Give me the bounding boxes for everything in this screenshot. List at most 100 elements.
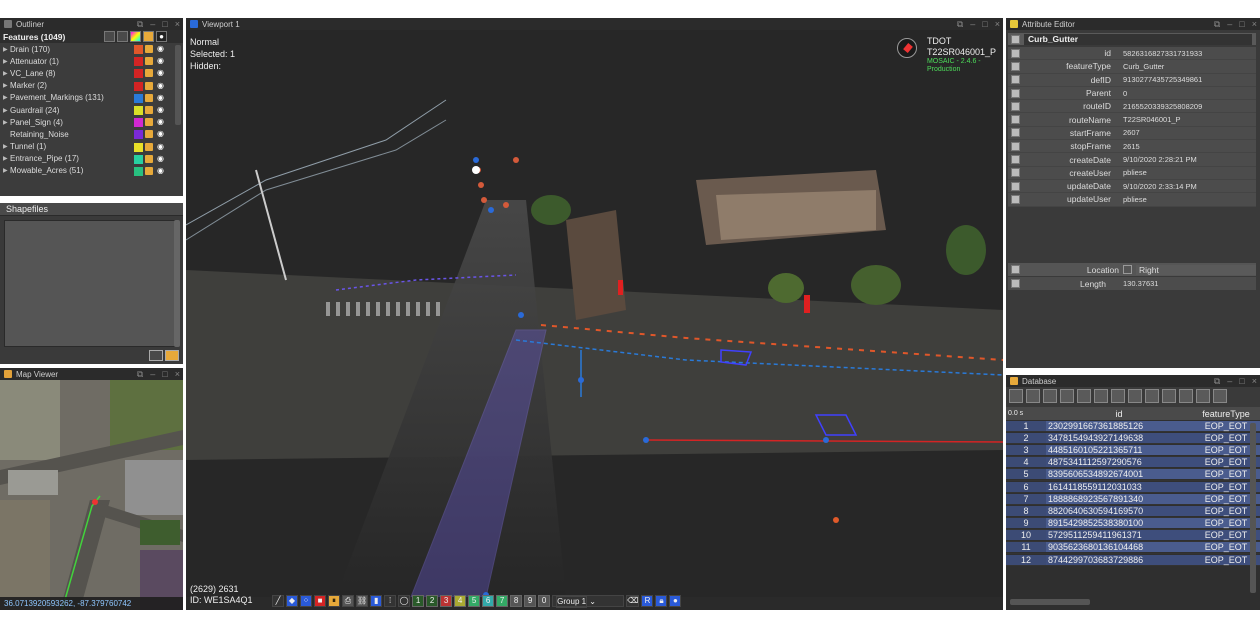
layer-color-swatch[interactable] xyxy=(134,57,143,67)
attribute-checkbox[interactable] xyxy=(1011,194,1020,204)
eye-icon[interactable]: ◉ xyxy=(157,130,165,138)
location-picker-icon[interactable] xyxy=(1123,265,1132,274)
group-number-button[interactable]: 5 xyxy=(468,595,481,607)
expand-arrow-icon[interactable]: ▶ xyxy=(3,143,10,150)
expand-arrow-icon[interactable]: ▶ xyxy=(3,46,10,53)
expand-arrow-icon[interactable]: ▶ xyxy=(3,119,10,126)
attribute-checkbox[interactable] xyxy=(1011,128,1020,138)
close-icon[interactable]: × xyxy=(175,18,180,30)
columns-icon[interactable] xyxy=(1094,389,1108,403)
attribute-value[interactable]: 9130277435725349861 xyxy=(1123,75,1202,84)
layer-color-swatch[interactable] xyxy=(134,118,143,128)
eye-icon[interactable]: ◉ xyxy=(157,93,165,102)
color-button[interactable] xyxy=(130,31,141,42)
id-column-header[interactable]: id xyxy=(1046,409,1192,419)
group-select[interactable]: Group 1 ⌄ xyxy=(552,595,625,608)
float-icon[interactable]: ⧉ xyxy=(957,18,963,30)
attribute-checkbox[interactable] xyxy=(1011,115,1020,125)
attribute-checkbox[interactable] xyxy=(1011,61,1020,71)
close-icon[interactable]: × xyxy=(1252,18,1257,30)
attribute-value[interactable]: 9/10/2020 2:28:21 PM xyxy=(1123,155,1197,164)
lock-icon[interactable] xyxy=(145,105,153,114)
maximize-icon[interactable]: □ xyxy=(162,18,167,30)
edit-icon[interactable] xyxy=(1196,389,1210,403)
table-row[interactable]: 9 8915429852538380100 EOP_EOT xyxy=(1006,518,1260,530)
table-row[interactable]: 4 4875341112597290576 EOP_EOT xyxy=(1006,457,1260,469)
table-row[interactable]: 11 9035623680136104468 EOP_EOT xyxy=(1006,542,1260,555)
length-checkbox[interactable] xyxy=(1011,279,1020,288)
select-icon[interactable] xyxy=(1026,389,1040,403)
feature-layer-item[interactable]: ▶ Drain (170) ◉ xyxy=(0,43,183,55)
pause-tool-icon[interactable]: ⏸ xyxy=(328,595,340,607)
search-icon[interactable] xyxy=(1128,389,1142,403)
table-row[interactable]: 7 1888868923567891340 EOP_EOT xyxy=(1006,493,1260,506)
points-tool-icon[interactable]: ⁘ xyxy=(300,595,312,607)
feature-layer-item[interactable]: ▶ Marker (2) ◉ xyxy=(0,80,183,92)
print-tool-icon[interactable]: ⎙ xyxy=(342,595,354,607)
attribute-value[interactable]: 9/10/2020 2:33:14 PM xyxy=(1123,182,1197,191)
sort-icon[interactable] xyxy=(1162,389,1176,403)
table-row[interactable]: 6 1614118559112031033 EOP_EOT xyxy=(1006,481,1260,494)
layer-color-swatch[interactable] xyxy=(134,130,143,140)
eye-icon[interactable]: ◉ xyxy=(157,154,165,163)
attribute-value[interactable]: 2607 xyxy=(1123,128,1140,137)
eye-icon[interactable]: ◉ xyxy=(157,118,165,126)
attribute-value[interactable]: Curb_Gutter xyxy=(1123,62,1164,71)
layer-color-swatch[interactable] xyxy=(134,142,143,152)
featuretype-column-header[interactable]: featureType xyxy=(1192,409,1260,419)
attribute-checkbox[interactable] xyxy=(1011,75,1020,85)
database-scrollbar[interactable] xyxy=(1250,423,1256,593)
lock-icon[interactable] xyxy=(145,166,153,175)
lock-icon[interactable] xyxy=(145,81,153,90)
add-feature-button[interactable] xyxy=(104,31,115,42)
measure-tool-icon[interactable]: ╱ xyxy=(272,595,284,607)
lock-icon[interactable] xyxy=(145,118,153,127)
feature-layer-item[interactable]: ▶ Guardrail (24) ◉ xyxy=(0,104,183,116)
attribute-checkbox[interactable] xyxy=(1011,101,1020,111)
float-icon[interactable]: ⧉ xyxy=(137,368,143,380)
link-tool-icon[interactable]: ⛓ xyxy=(356,595,369,607)
feature-layer-item[interactable]: ▶ Attenuator (1) ◉ xyxy=(0,55,183,67)
maximize-icon[interactable]: □ xyxy=(1239,375,1244,387)
lock-all-button[interactable] xyxy=(143,31,154,42)
location-select[interactable]: Right xyxy=(1136,264,1256,275)
map-view[interactable]: 36.0713920593262, -87.379760742 xyxy=(0,380,183,610)
expand-arrow-icon[interactable]: ▶ xyxy=(3,82,10,89)
feature-layer-item[interactable]: ▶ Panel_Sign (4) ◉ xyxy=(0,116,183,128)
location-checkbox[interactable] xyxy=(1011,265,1020,274)
attribute-checkbox[interactable] xyxy=(1011,168,1020,178)
maximize-icon[interactable]: □ xyxy=(162,368,167,380)
layer-color-swatch[interactable] xyxy=(134,154,143,164)
layer-color-swatch[interactable] xyxy=(134,45,143,54)
refresh-icon[interactable] xyxy=(1009,389,1023,403)
clear-shapefile-button[interactable] xyxy=(149,350,163,361)
eye-icon[interactable]: ◉ xyxy=(157,166,165,175)
swap-icon[interactable] xyxy=(1077,389,1091,403)
clear-tool-icon[interactable]: ⌫ xyxy=(626,595,640,607)
group-number-button[interactable]: 0 xyxy=(538,595,551,607)
attribute-value[interactable]: T22SR046001_P xyxy=(1123,115,1181,124)
feature-layer-item[interactable]: ▶ Entrance_Pipe (17) ◉ xyxy=(0,153,183,165)
close-icon[interactable]: × xyxy=(175,368,180,380)
group-number-button[interactable]: 6 xyxy=(482,595,495,607)
size-tool-icon[interactable]: ⁞ xyxy=(384,595,397,607)
table-row[interactable]: 2 3478154943927149638 EOP_EOT xyxy=(1006,432,1260,445)
lock-tool-icon[interactable]: 🔒︎ xyxy=(655,595,668,607)
minimize-icon[interactable]: – xyxy=(1227,375,1232,387)
table-row[interactable]: 5 8395606534892674001 EOP_EOT xyxy=(1006,469,1260,481)
table-row[interactable]: 12 8744299703683729886 EOP_EOT xyxy=(1006,554,1260,567)
eye-icon[interactable]: ◉ xyxy=(157,81,165,90)
record-tool-icon[interactable]: ■ xyxy=(314,595,326,607)
lock-icon[interactable] xyxy=(145,45,153,53)
layer-color-swatch[interactable] xyxy=(134,166,143,176)
attribute-value[interactable]: 0 xyxy=(1123,89,1127,98)
expand-arrow-icon[interactable]: ▶ xyxy=(3,94,10,101)
shapefiles-scrollbar[interactable] xyxy=(174,220,180,347)
expand-arrow-icon[interactable]: ▶ xyxy=(3,58,10,65)
attribute-checkbox[interactable] xyxy=(1011,181,1020,191)
close-icon[interactable]: × xyxy=(995,18,1000,30)
feature-layer-item[interactable]: ▶ VC_Lane (8) ◉ xyxy=(0,67,183,79)
table-row[interactable]: 8 8820640630594169570 EOP_EOT xyxy=(1006,505,1260,518)
float-icon[interactable]: ⧉ xyxy=(1214,18,1220,30)
feature-type-checkbox[interactable] xyxy=(1011,34,1020,44)
